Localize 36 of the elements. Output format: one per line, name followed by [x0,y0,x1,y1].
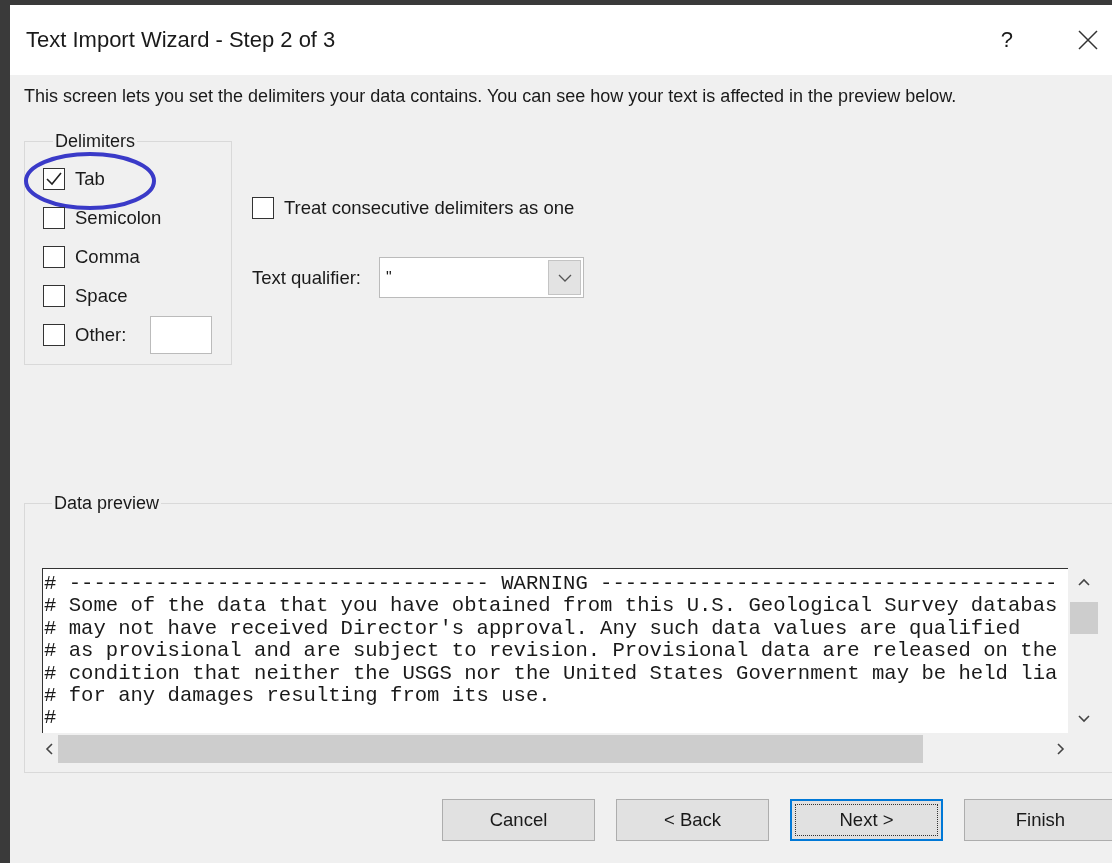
preview-line: # for any damages resulting from its use. [44,685,551,708]
checkbox[interactable] [43,246,65,268]
checkbox-label[interactable]: Treat consecutive delimiters as one [284,197,575,219]
window-title: Text Import Wizard - Step 2 of 3 [26,27,337,53]
instruction-text: This screen lets you set the delimiters your data contains. You can see how your text is affected in the preview below. [24,86,958,107]
input-field[interactable] [150,316,213,354]
checkbox-label[interactable]: Semicolon [75,207,162,229]
help-button[interactable]: ? [1000,27,1013,53]
scrollbar-thumb[interactable] [1070,602,1098,634]
qualifier-dropdown[interactable]: " [379,257,584,298]
checkbox-label[interactable]: Other: [75,324,127,346]
checkbox-label[interactable]: Space [75,285,128,307]
group-label: Data preview [53,493,161,514]
preview-line: # ---------------------------------- WARNING ------------------------------------- [44,573,1058,596]
preview-line: # Some of the data that you have obtained from this U.S. Geological Survey databas [44,595,1058,618]
checkbox-label[interactable]: Comma [75,246,140,268]
field-label: Text qualifier: [252,266,361,289]
group-label: Delimiters [54,131,136,152]
chevron-down-icon [557,273,572,282]
dialog-button[interactable]: Cancel [442,799,595,841]
checkbox-label[interactable]: Tab [75,168,105,190]
checkbox[interactable] [252,197,274,219]
checkbox[interactable] [43,207,65,229]
checkbox[interactable] [43,324,65,346]
dialog-button[interactable]: Finish [964,799,1112,841]
preview-line: # as provisional and are subject to revision. Provisional data are released on the [44,640,1058,663]
preview-line: # may not have received Director's approval. Any such data values are qualified [44,617,1021,641]
checkbox[interactable] [43,285,65,307]
preview-line: # condition that neither the USGS nor the United States Government may be held lia [44,662,1058,686]
dialog-button[interactable]: Next > [790,799,943,841]
scrollbar-thumb[interactable] [58,735,923,763]
close-icon[interactable] [1077,29,1099,51]
dialog-button[interactable]: < Back [616,799,769,841]
dropdown-value: " [386,268,392,287]
checkbox[interactable] [43,168,65,190]
preview-line: # [44,707,57,730]
